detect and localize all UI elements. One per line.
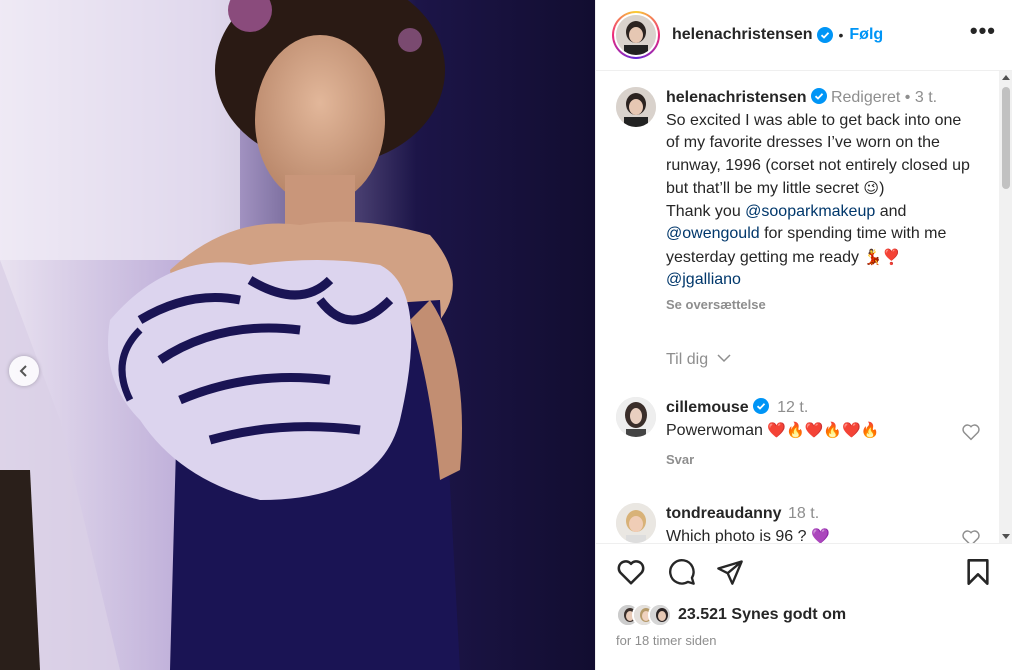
comment-item: cillemouse 12 t. Powerwoman ❤️🔥❤️🔥❤️🔥 Sv… bbox=[616, 397, 981, 467]
post-actions bbox=[616, 558, 996, 598]
caption-text: So excited I was able to get back into o… bbox=[666, 111, 970, 198]
comments-scrollbar[interactable] bbox=[999, 71, 1012, 543]
like-heart-icon[interactable] bbox=[616, 558, 646, 586]
caption-thanks-prefix: Thank you bbox=[666, 202, 746, 220]
comment-username[interactable]: tondreaudanny bbox=[666, 505, 782, 522]
likes-label: Synes godt om bbox=[731, 606, 847, 623]
caption-and: and bbox=[875, 202, 907, 220]
caption-avatar[interactable] bbox=[616, 87, 656, 127]
comment-time: 18 t. bbox=[788, 505, 820, 522]
caption-close-paren: ) bbox=[879, 180, 885, 197]
comment-time: 12 t. bbox=[777, 399, 809, 416]
avatar-image bbox=[616, 15, 656, 55]
mention-owengould[interactable]: @owengould bbox=[666, 225, 760, 242]
comment-username[interactable]: cillemouse bbox=[666, 399, 749, 416]
author-username[interactable]: helenachristensen bbox=[672, 26, 813, 44]
runway-photo bbox=[0, 0, 595, 670]
post-sidebar: helenachristensen • Følg ••• helenachris… bbox=[595, 0, 1012, 670]
edited-label: Redigeret bbox=[830, 89, 901, 106]
post-caption: helenachristensen Redigeret • 3 t. So ex… bbox=[616, 87, 976, 316]
likes-number: 23.521 bbox=[678, 606, 727, 623]
dancer-heart-emoji: 💃❣️ bbox=[863, 247, 901, 266]
post-header: helenachristensen • Følg ••• bbox=[596, 0, 1012, 71]
verified-icon bbox=[816, 27, 833, 43]
liker-avatar bbox=[648, 603, 672, 627]
scroll-down-arrow[interactable] bbox=[1002, 534, 1010, 539]
purple-heart-emoji: 💜 bbox=[810, 527, 830, 544]
scroll-thumb[interactable] bbox=[1002, 87, 1010, 189]
verified-icon bbox=[810, 88, 827, 104]
commenter-avatar[interactable] bbox=[616, 397, 656, 437]
caption-username[interactable]: helenachristensen bbox=[666, 89, 807, 106]
scroll-up-arrow[interactable] bbox=[1002, 75, 1010, 80]
like-comment-heart-icon[interactable] bbox=[961, 529, 981, 544]
sort-dropdown[interactable]: Til dig bbox=[666, 351, 731, 369]
author-avatar[interactable] bbox=[612, 11, 660, 59]
follow-button[interactable]: Følg bbox=[849, 26, 883, 44]
save-bookmark-icon[interactable] bbox=[966, 558, 990, 586]
chevron-down-icon bbox=[717, 354, 731, 363]
comment-text: Which photo is 96 ? bbox=[666, 528, 807, 544]
see-translation-link[interactable]: Se oversættelse bbox=[666, 294, 976, 317]
more-options-button[interactable]: ••• bbox=[970, 18, 996, 52]
post-timestamp: for 18 timer siden bbox=[616, 633, 717, 648]
reply-button[interactable]: Svar bbox=[666, 452, 981, 467]
commenter-avatar[interactable] bbox=[616, 503, 656, 543]
wink-emoji: 😉 bbox=[863, 179, 880, 197]
sort-label: Til dig bbox=[666, 351, 709, 368]
likes-count: 23.521 Synes godt om bbox=[678, 606, 846, 624]
comments-list[interactable]: helenachristensen Redigeret • 3 t. So ex… bbox=[596, 71, 1012, 544]
mention-sooparkmakeup[interactable]: @sooparkmakeup bbox=[745, 203, 875, 220]
previous-photo-button[interactable] bbox=[9, 356, 39, 386]
verified-icon bbox=[752, 398, 769, 414]
hearts-fire-emoji: ❤️🔥❤️🔥❤️🔥 bbox=[767, 421, 880, 439]
mention-jgalliano[interactable]: @jgalliano bbox=[666, 271, 741, 288]
separator-dot: • bbox=[838, 27, 844, 43]
caption-time: 3 t. bbox=[914, 89, 938, 106]
comment-text: Powerwoman bbox=[666, 422, 763, 439]
comment-bubble-icon[interactable] bbox=[668, 558, 696, 586]
share-send-icon[interactable] bbox=[716, 558, 744, 586]
likes-summary[interactable]: 23.521 Synes godt om bbox=[616, 603, 846, 627]
like-comment-heart-icon[interactable] bbox=[961, 423, 981, 441]
separator-dot: • bbox=[904, 89, 911, 106]
chevron-left-icon bbox=[19, 365, 27, 377]
post-image[interactable] bbox=[0, 0, 595, 670]
comment-item: tondreaudanny 18 t. Which photo is 96 ? … bbox=[616, 503, 981, 544]
